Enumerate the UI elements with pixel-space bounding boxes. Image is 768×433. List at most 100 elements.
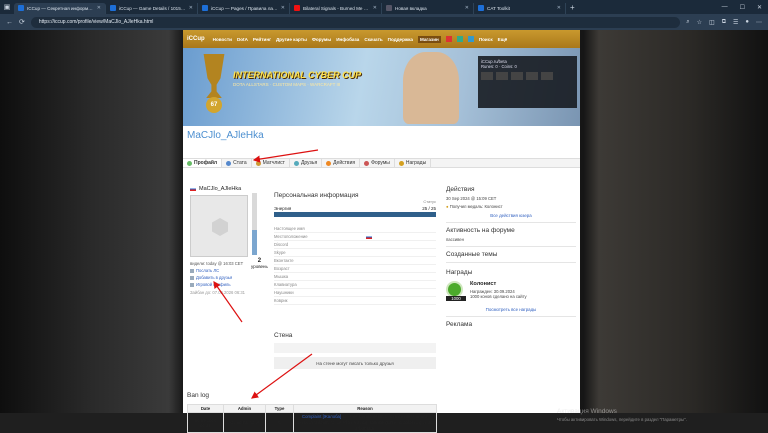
address-bar: ← ⟳ https://iccup.com/profile/view/MaCJl… [0, 14, 768, 30]
nav-item-infobase[interactable]: Инфобаза [336, 37, 359, 42]
energy-label: Энергия [274, 206, 292, 211]
tab-actions[interactable]: Действия [322, 159, 361, 167]
tab-title: Bilateral Signals - Burned Me Dow [303, 5, 370, 11]
zoom-icon[interactable]: ⌕ [686, 19, 689, 26]
window-menu-icon[interactable]: ▣ [0, 0, 14, 14]
tab-label: Профайл [194, 160, 218, 166]
field-label: Возраст [274, 266, 290, 271]
panel-button-3[interactable] [511, 72, 523, 80]
favicon-icon [18, 5, 24, 11]
all-actions-link[interactable]: Все действия юзера [446, 213, 576, 218]
flag-icon [190, 187, 196, 191]
close-icon[interactable]: ✕ [557, 5, 561, 11]
complaint-link[interactable]: Complaint [Жалоба] [302, 414, 341, 419]
panel-button-2[interactable] [496, 72, 508, 80]
nav-item-news[interactable]: Новости [213, 37, 232, 42]
action-entry-text: Получил медаль: Колонист [449, 204, 503, 209]
tab-stats[interactable]: Стата [222, 159, 252, 167]
username-text: MaCJlo_AJleHka [199, 186, 242, 192]
right-column: Действия 30 Sep 2024 @ 15:09 CET ● Получ… [446, 186, 576, 328]
panel-button-5[interactable] [541, 72, 553, 80]
game-profile-link[interactable]: Игровой профиль [190, 282, 265, 287]
medal-count: 1000 [446, 296, 466, 301]
nav-item-support[interactable]: Поддержка [388, 37, 413, 42]
close-icon[interactable]: ✕ [281, 5, 285, 11]
profile-username: MaCJlo_AJleHka [190, 186, 265, 192]
nav-more[interactable]: Ещё [498, 37, 508, 42]
close-icon[interactable]: ✕ [373, 5, 377, 11]
tab-forums[interactable]: Форумы [360, 159, 395, 167]
nav-item-dota[interactable]: DotA [237, 37, 248, 42]
close-icon[interactable]: ✕ [189, 5, 193, 11]
split-icon[interactable]: ◫ [709, 19, 715, 26]
refresh-icon[interactable]: ⟳ [19, 18, 25, 26]
divider [446, 222, 576, 223]
star-icon[interactable]: ☆ [697, 19, 702, 26]
nav-search[interactable]: Поиск [479, 37, 493, 42]
link-label: Игровой профиль [196, 282, 231, 287]
maximize-icon[interactable]: ☐ [740, 4, 745, 11]
notification-icon[interactable] [445, 36, 452, 42]
matchlist-icon [255, 160, 261, 166]
ban-admin[interactable]: iCCup.Paradise [223, 411, 266, 433]
messages-icon[interactable] [456, 36, 463, 42]
back-icon[interactable]: ← [6, 19, 13, 26]
tab-2[interactable]: iCCup — Pages / Правила ладдер ✕ [198, 2, 290, 14]
tab-awards[interactable]: Награды [395, 159, 432, 167]
extensions-icon[interactable]: ⧉ [722, 19, 726, 26]
youtube-icon [294, 5, 300, 11]
game-icon [190, 282, 194, 287]
column-header: Admin [223, 404, 266, 413]
add-friend-link[interactable]: Добавить в друзья [190, 275, 265, 280]
nav-item-shop[interactable]: Магазин [417, 35, 441, 43]
nav-item-download[interactable]: Скачать [364, 37, 382, 42]
avatar [190, 195, 248, 257]
level-badge: 67 [206, 97, 222, 113]
profile-content: MaCJlo_AJleHka Профайл Стата Матчлист Др… [183, 126, 580, 433]
site-nav: iCCup Новости DotA Рейтинг Другие карты … [183, 30, 580, 48]
actions-icon [326, 160, 332, 166]
tab-1[interactable]: iCCup — Game Details / 1015707 ✕ [106, 2, 198, 14]
tab-label: Стата [233, 160, 247, 166]
medal-desc: 1000 конов сделано на сайту [470, 294, 527, 300]
hero-artwork [403, 52, 459, 124]
all-awards-link[interactable]: Посмотреть все награды [446, 307, 576, 312]
tab-friends[interactable]: Друзья [290, 159, 323, 167]
wall-message: На стене могут писать только друзья [274, 357, 436, 369]
panel-button-1[interactable] [481, 72, 493, 80]
friends-icon[interactable] [467, 36, 474, 42]
action-date: 30 Sep 2024 @ 15:09 CET [446, 196, 497, 201]
nav-item-forums[interactable]: Форумы [312, 37, 331, 42]
awards-icon [398, 160, 404, 166]
nav-item-other-maps[interactable]: Другие карты [276, 37, 307, 42]
tab-0[interactable]: ICCup — Секретная информация ✕ [14, 2, 106, 14]
tab-4[interactable]: Новая вкладка ✕ [382, 2, 474, 14]
field-label: Discord [274, 242, 289, 247]
site-logo[interactable]: iCCup [187, 36, 205, 42]
window-controls: — ☐ ✕ [722, 4, 768, 11]
field-row: Skype [274, 249, 436, 257]
close-icon[interactable]: ✕ [97, 5, 101, 11]
favorites-icon[interactable]: ☰ [733, 19, 738, 26]
wall-input[interactable] [274, 343, 436, 353]
close-icon[interactable]: ✕ [465, 5, 469, 11]
minimize-icon[interactable]: — [722, 4, 728, 11]
panel-button-4[interactable] [526, 72, 538, 80]
close-window-icon[interactable]: ✕ [757, 4, 762, 11]
tab-5[interactable]: CAT Toolkit ✕ [474, 2, 566, 14]
field-label: Коврик [274, 298, 288, 303]
field-label: Местоположение [274, 234, 308, 239]
page-title: MaCJlo_AJleHka [187, 130, 264, 141]
url-field[interactable]: https://iccup.com/profile/view/MaCJlo_AJ… [30, 16, 681, 28]
nav-item-rating[interactable]: Рейтинг [253, 37, 271, 42]
medal-item[interactable]: 1000 Колонист Награжден: 30.09.2024 1000 к… [446, 281, 576, 303]
field-row: Настоящее имя [274, 225, 436, 233]
profile-icon[interactable]: ● [745, 19, 749, 26]
more-icon[interactable]: ⋯ [756, 19, 762, 26]
tab-3[interactable]: Bilateral Signals - Burned Me Dow ✕ [290, 2, 382, 14]
tab-profile[interactable]: Профайл [183, 159, 223, 167]
tab-matchlist[interactable]: Матчлист [252, 159, 290, 167]
banlog-heading: Ban log [187, 392, 210, 399]
field-label: Вконтакте [274, 258, 294, 263]
new-tab-button[interactable]: + [566, 3, 579, 12]
